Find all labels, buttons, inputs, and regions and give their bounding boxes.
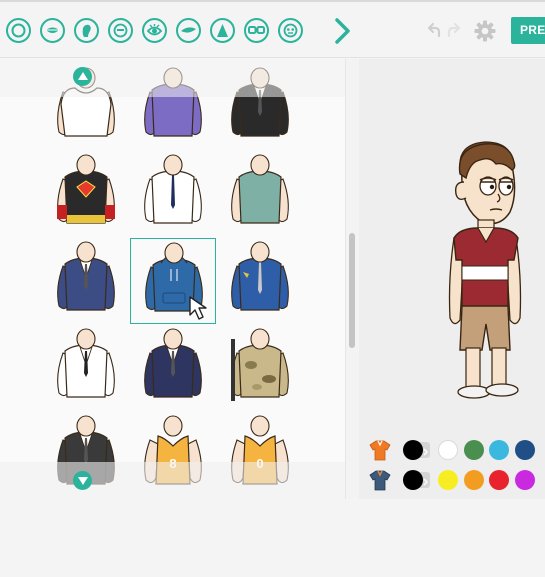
outfit-partial-green[interactable] — [0, 238, 42, 324]
outfit-navy-tuxedo-thumbnail — [144, 328, 202, 398]
category-glasses-button[interactable] — [244, 18, 269, 43]
glasses-icon — [248, 26, 265, 34]
scroll-down-button[interactable] — [73, 471, 92, 490]
face-outline-icon — [11, 23, 26, 38]
preview-button[interactable]: PRE — [511, 17, 545, 44]
outfit-camo-soldier-thumbnail — [231, 328, 289, 401]
outfit-navy-blazer[interactable] — [43, 238, 129, 324]
outfit-partial-camo[interactable] — [0, 151, 42, 237]
bottom-swatch-4[interactable] — [514, 470, 535, 490]
top-swatch-4[interactable] — [514, 440, 535, 460]
triangle-up-icon — [77, 72, 88, 80]
outfit-pilot-shirt-thumbnail — [144, 154, 202, 224]
outfit-pilot-shirt[interactable] — [130, 151, 216, 237]
color-picker-icon — [403, 440, 430, 460]
bottom-swatch-3[interactable] — [489, 470, 509, 490]
outfit-partial-yellow-thumbnail — [0, 325, 42, 411]
bottom-custom-color-picker[interactable] — [402, 469, 432, 491]
outfit-blue-hoodie[interactable] — [130, 238, 216, 324]
outfit-camo-soldier[interactable] — [217, 325, 303, 411]
character-creator: PRE 80 — [0, 0, 545, 577]
top-custom-color-picker[interactable] — [402, 439, 432, 461]
mask-face-icon — [283, 23, 298, 38]
outfit-blue-police-jacket-thumbnail — [231, 241, 289, 311]
grid-bottom-fade — [0, 462, 345, 499]
lips-icon — [46, 27, 59, 33]
color-picker-icon — [403, 470, 430, 490]
bottom-shirt-icon — [369, 470, 391, 491]
top-shirt-icon — [369, 440, 391, 461]
category-accessory-button[interactable] — [278, 18, 303, 43]
ear-icon — [82, 24, 91, 37]
category-eyebrows-button[interactable] — [108, 18, 133, 43]
category-eyes-button[interactable] — [142, 18, 167, 43]
outfit-partial-yellow[interactable] — [0, 325, 42, 411]
top-swatch-2[interactable] — [463, 440, 484, 460]
nose-icon — [217, 24, 228, 37]
scrollbar-thumb[interactable] — [349, 233, 355, 348]
chevron-right-icon[interactable] — [332, 16, 352, 46]
toolbar-top-border — [0, 0, 545, 2]
gear-icon[interactable] — [474, 20, 496, 42]
bottom-swatch-2[interactable] — [463, 470, 484, 490]
category-nose-button[interactable] — [210, 18, 235, 43]
outfit-grid-panel: 80 — [0, 59, 358, 499]
outfit-partial-green-thumbnail — [0, 238, 42, 324]
category-face-shape-button[interactable] — [6, 18, 31, 43]
outfit-teal-tee[interactable] — [217, 151, 303, 237]
outfit-navy-blazer-thumbnail — [57, 241, 115, 311]
outfit-white-tuxedo[interactable] — [43, 325, 129, 411]
eye-icon — [146, 24, 163, 36]
eyebrow-face-icon — [113, 23, 128, 38]
triangle-down-icon — [77, 477, 88, 485]
outfit-red-superhero[interactable] — [43, 151, 129, 237]
outfit-blue-police-jacket[interactable] — [217, 238, 303, 324]
bottom-swatch-1[interactable] — [438, 470, 458, 490]
top-swatch-1[interactable] — [438, 440, 458, 460]
category-eye-shape-button[interactable] — [176, 18, 201, 43]
grid-top-fade — [0, 59, 345, 97]
outfit-teal-tee-thumbnail — [231, 154, 289, 224]
top-swatch-3[interactable] — [489, 440, 509, 460]
character-preview — [448, 141, 522, 399]
outfit-partial-camo-thumbnail — [0, 151, 42, 237]
outfit-white-tuxedo-thumbnail — [57, 328, 115, 398]
scroll-up-button[interactable] — [73, 67, 92, 86]
toolbar: PRE — [0, 0, 545, 58]
cursor-pointer-icon — [189, 296, 207, 320]
outfit-red-superhero-thumbnail — [57, 154, 115, 224]
outfit-navy-tuxedo[interactable] — [130, 325, 216, 411]
undo-icon[interactable] — [425, 22, 441, 38]
closed-eye-icon — [181, 27, 196, 33]
category-mouth-button[interactable] — [40, 18, 65, 43]
bottom-empty-area — [0, 499, 545, 577]
redo-icon[interactable] — [447, 22, 463, 38]
category-ear-button[interactable] — [74, 18, 99, 43]
